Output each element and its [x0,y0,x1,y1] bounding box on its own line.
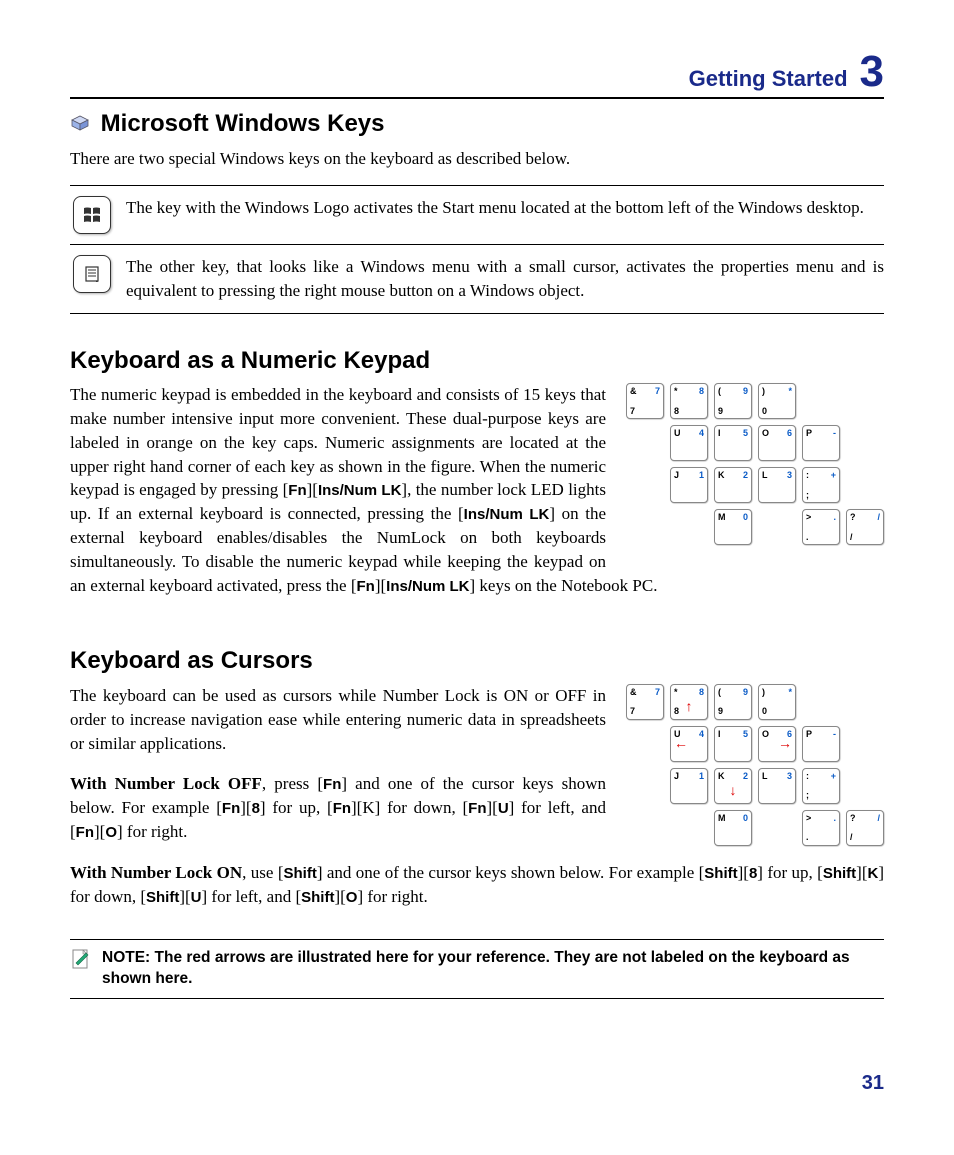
note-text: NOTE: The red arrows are illustrated her… [102,948,884,990]
keypad-key: ?// [846,509,884,545]
keypad-key: J1 [670,768,708,804]
section-windows-keys: Microsoft Windows Keys There are two spe… [70,107,884,314]
keypad-key: L3 [758,768,796,804]
page-number: 31 [70,1069,884,1097]
page-header: Getting Started 3 [70,50,884,99]
header-section-title: Getting Started [689,64,848,95]
keypad-key: *88↑ [670,684,708,720]
keypad-key: J1 [670,467,708,503]
keypad-key: ?// [846,810,884,846]
section-numeric-keypad: Keyboard as a Numeric Keypad &77*88(99)0… [70,344,884,615]
arrow-left-icon: ← [674,734,688,754]
cursors-p3: With Number Lock ON, use [Shift] and one… [70,861,884,909]
note-icon [70,948,92,970]
keypad-key: >.. [802,509,840,545]
section-title: Keyboard as a Numeric Keypad [70,344,884,378]
keypad-key: O6→ [758,726,796,762]
cursor-keypad-diagram: &77*88↑(99)0* U4←I5O6→P- J1K2↓L3:;+ M0 >..?/… [626,684,884,846]
keypad-key: )0* [758,684,796,720]
header-chapter-number: 3 [860,50,884,94]
numeric-keypad-diagram: &77*88(99)0* U4I5O6P- J1K2L3:;+ M0 >..?// [626,383,884,545]
keypad-key: I5 [714,726,752,762]
keypad-key: :;+ [802,768,840,804]
section-title: Keyboard as Cursors [70,644,884,678]
arrow-up-icon: ↑ [686,697,693,717]
keypad-key: *88 [670,383,708,419]
keypad-key: U4← [670,726,708,762]
windows-logo-key-row: The key with the Windows Logo activates … [70,192,884,238]
keypad-key: >.. [802,810,840,846]
keypad-key: I5 [714,425,752,461]
keypad-key: (99 [714,684,752,720]
intro-text: There are two special Windows keys on th… [70,147,884,171]
menu-key-row: The other key, that looks like a Windows… [70,251,884,307]
divider [70,313,884,314]
keypad-key: O6 [758,425,796,461]
note-block: NOTE: The red arrows are illustrated her… [70,939,884,999]
menu-key-desc: The other key, that looks like a Windows… [126,255,884,303]
keypad-key: M0 [714,810,752,846]
divider [70,244,884,245]
keypad-key: )0* [758,383,796,419]
windows-logo-key-icon [73,196,111,234]
keypad-key: M0 [714,509,752,545]
arrow-down-icon: ↓ [730,781,737,801]
keypad-key: L3 [758,467,796,503]
menu-key-icon [73,255,111,293]
keypad-key: K2↓ [714,768,752,804]
section-title: Microsoft Windows Keys [70,107,884,141]
keypad-key: P- [802,425,840,461]
arrow-right-icon: → [778,734,792,754]
divider [70,185,884,186]
keypad-key: U4 [670,425,708,461]
section-cursors: Keyboard as Cursors &77*88↑(99)0* U4←I5O6… [70,644,884,925]
keypad-key: P- [802,726,840,762]
keypad-key: (99 [714,383,752,419]
keypad-key: &77 [626,684,664,720]
box-icon [70,108,90,142]
keypad-key: K2 [714,467,752,503]
keypad-key: &77 [626,383,664,419]
section-heading-text: Microsoft Windows Keys [101,110,385,137]
keypad-key: :;+ [802,467,840,503]
windows-logo-key-desc: The key with the Windows Logo activates … [126,196,884,220]
